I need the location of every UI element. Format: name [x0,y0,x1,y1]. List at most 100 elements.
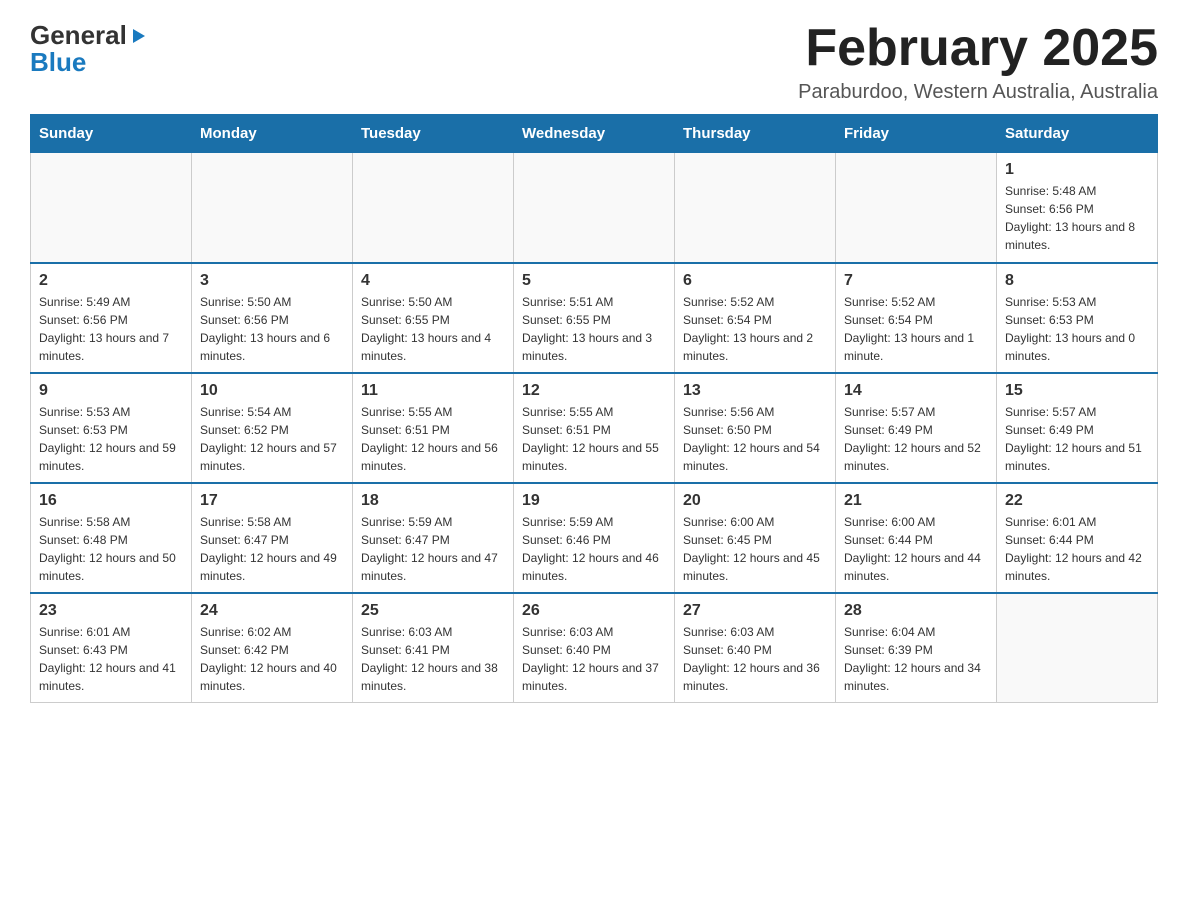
day-number: 23 [39,602,183,620]
location-subtitle: Paraburdoo, Western Australia, Australia [798,81,1158,104]
day-info: Sunrise: 5:50 AMSunset: 6:56 PMDaylight:… [200,293,344,365]
day-info: Sunrise: 6:01 AMSunset: 6:44 PMDaylight:… [1005,513,1149,585]
day-info: Sunrise: 5:53 AMSunset: 6:53 PMDaylight:… [39,403,183,475]
calendar-cell: 24Sunrise: 6:02 AMSunset: 6:42 PMDayligh… [192,593,353,703]
day-info: Sunrise: 6:03 AMSunset: 6:41 PMDaylight:… [361,623,505,695]
calendar-cell: 20 Sunrise: 6:00 AMSunset: 6:45 PMDayligh… [675,483,836,593]
weekday-header-thursday: Thursday [675,115,836,153]
calendar-week-row: 2Sunrise: 5:49 AMSunset: 6:56 PMDaylight… [31,263,1158,373]
day-number: 14 [844,382,988,400]
calendar-cell: 14 Sunrise: 5:57 AMSunset: 6:49 PMDayligh… [836,373,997,483]
calendar-week-row: 16 Sunrise: 5:58 AMSunset: 6:48 PMDayligh… [31,483,1158,593]
calendar-cell: 22 Sunrise: 6:01 AMSunset: 6:44 PMDayligh… [997,483,1158,593]
calendar-cell: 19 Sunrise: 5:59 AMSunset: 6:46 PMDayligh… [514,483,675,593]
calendar-cell: 10 Sunrise: 5:54 AMSunset: 6:52 PMDayligh… [192,373,353,483]
day-info: Sunrise: 5:51 AMSunset: 6:55 PMDaylight:… [522,293,666,365]
calendar-cell: 12Sunrise: 5:55 AMSunset: 6:51 PMDayligh… [514,373,675,483]
calendar-cell [675,153,836,263]
day-info: Sunrise: 5:52 AMSunset: 6:54 PMDaylight:… [844,293,988,365]
day-info: Sunrise: 5:58 AMSunset: 6:48 PMDaylight:… [39,513,183,585]
day-info: Sunrise: 6:01 AMSunset: 6:43 PMDaylight:… [39,623,183,695]
day-info: Sunrise: 6:00 AMSunset: 6:45 PMDaylight:… [683,513,827,585]
calendar-cell: 17 Sunrise: 5:58 AMSunset: 6:47 PMDayligh… [192,483,353,593]
weekday-header-sunday: Sunday [31,115,192,153]
day-number: 26 [522,602,666,620]
calendar-cell: 23 Sunrise: 6:01 AMSunset: 6:43 PMDayligh… [31,593,192,703]
day-number: 8 [1005,272,1149,290]
day-number: 20 [683,492,827,510]
calendar-cell: 7 Sunrise: 5:52 AMSunset: 6:54 PMDaylight… [836,263,997,373]
day-number: 4 [361,272,505,290]
day-number: 7 [844,272,988,290]
calendar-cell: 13 Sunrise: 5:56 AMSunset: 6:50 PMDayligh… [675,373,836,483]
day-number: 3 [200,272,344,290]
weekday-header-tuesday: Tuesday [353,115,514,153]
day-info: Sunrise: 5:53 AMSunset: 6:53 PMDaylight:… [1005,293,1149,365]
calendar-cell [31,153,192,263]
weekday-header-row: SundayMondayTuesdayWednesdayThursdayFrid… [31,115,1158,153]
calendar-cell: 27 Sunrise: 6:03 AMSunset: 6:40 PMDayligh… [675,593,836,703]
day-number: 11 [361,382,505,400]
day-info: Sunrise: 6:03 AMSunset: 6:40 PMDaylight:… [683,623,827,695]
calendar-cell: 3 Sunrise: 5:50 AMSunset: 6:56 PMDaylight… [192,263,353,373]
calendar-cell: 8 Sunrise: 5:53 AMSunset: 6:53 PMDaylight… [997,263,1158,373]
day-number: 19 [522,492,666,510]
calendar-cell: 6Sunrise: 5:52 AMSunset: 6:54 PMDaylight… [675,263,836,373]
calendar-cell [192,153,353,263]
day-info: Sunrise: 5:55 AMSunset: 6:51 PMDaylight:… [361,403,505,475]
day-number: 16 [39,492,183,510]
weekday-header-wednesday: Wednesday [514,115,675,153]
calendar-cell [836,153,997,263]
day-info: Sunrise: 5:49 AMSunset: 6:56 PMDaylight:… [39,293,183,365]
day-info: Sunrise: 5:50 AMSunset: 6:55 PMDaylight:… [361,293,505,365]
logo: General Blue [30,20,147,78]
day-number: 9 [39,382,183,400]
calendar-cell: 1 Sunrise: 5:48 AMSunset: 6:56 PMDaylight… [997,153,1158,263]
calendar-cell: 25 Sunrise: 6:03 AMSunset: 6:41 PMDayligh… [353,593,514,703]
logo-blue: Blue [30,47,86,78]
calendar-cell: 15 Sunrise: 5:57 AMSunset: 6:49 PMDayligh… [997,373,1158,483]
title-area: February 2025 Paraburdoo, Western Austra… [798,20,1158,104]
day-number: 10 [200,382,344,400]
calendar-cell [997,593,1158,703]
weekday-header-friday: Friday [836,115,997,153]
header: General Blue February 2025 Paraburdoo, W… [30,20,1158,104]
weekday-header-monday: Monday [192,115,353,153]
day-info: Sunrise: 5:48 AMSunset: 6:56 PMDaylight:… [1005,182,1149,254]
calendar-cell: 11 Sunrise: 5:55 AMSunset: 6:51 PMDayligh… [353,373,514,483]
calendar-cell [353,153,514,263]
month-title: February 2025 [798,20,1158,77]
day-info: Sunrise: 6:03 AMSunset: 6:40 PMDaylight:… [522,623,666,695]
calendar-cell [514,153,675,263]
day-info: Sunrise: 5:57 AMSunset: 6:49 PMDaylight:… [1005,403,1149,475]
calendar-cell: 2Sunrise: 5:49 AMSunset: 6:56 PMDaylight… [31,263,192,373]
calendar-cell: 5 Sunrise: 5:51 AMSunset: 6:55 PMDaylight… [514,263,675,373]
day-number: 22 [1005,492,1149,510]
calendar-cell: 4 Sunrise: 5:50 AMSunset: 6:55 PMDaylight… [353,263,514,373]
calendar-table: SundayMondayTuesdayWednesdayThursdayFrid… [30,114,1158,703]
day-info: Sunrise: 5:59 AMSunset: 6:47 PMDaylight:… [361,513,505,585]
day-number: 1 [1005,161,1149,179]
day-info: Sunrise: 5:54 AMSunset: 6:52 PMDaylight:… [200,403,344,475]
day-number: 5 [522,272,666,290]
calendar-week-row: 23 Sunrise: 6:01 AMSunset: 6:43 PMDayligh… [31,593,1158,703]
day-info: Sunrise: 5:57 AMSunset: 6:49 PMDaylight:… [844,403,988,475]
calendar-cell: 9 Sunrise: 5:53 AMSunset: 6:53 PMDaylight… [31,373,192,483]
day-info: Sunrise: 5:58 AMSunset: 6:47 PMDaylight:… [200,513,344,585]
day-info: Sunrise: 5:56 AMSunset: 6:50 PMDaylight:… [683,403,827,475]
calendar-cell: 28Sunrise: 6:04 AMSunset: 6:39 PMDayligh… [836,593,997,703]
calendar-week-row: 9 Sunrise: 5:53 AMSunset: 6:53 PMDaylight… [31,373,1158,483]
day-number: 18 [361,492,505,510]
day-number: 17 [200,492,344,510]
day-info: Sunrise: 6:00 AMSunset: 6:44 PMDaylight:… [844,513,988,585]
day-info: Sunrise: 5:59 AMSunset: 6:46 PMDaylight:… [522,513,666,585]
calendar-cell: 21Sunrise: 6:00 AMSunset: 6:44 PMDayligh… [836,483,997,593]
day-number: 13 [683,382,827,400]
day-number: 6 [683,272,827,290]
day-number: 25 [361,602,505,620]
day-info: Sunrise: 6:04 AMSunset: 6:39 PMDaylight:… [844,623,988,695]
logo-triangle-icon [129,20,147,51]
calendar-week-row: 1 Sunrise: 5:48 AMSunset: 6:56 PMDaylight… [31,153,1158,263]
day-number: 27 [683,602,827,620]
day-number: 15 [1005,382,1149,400]
